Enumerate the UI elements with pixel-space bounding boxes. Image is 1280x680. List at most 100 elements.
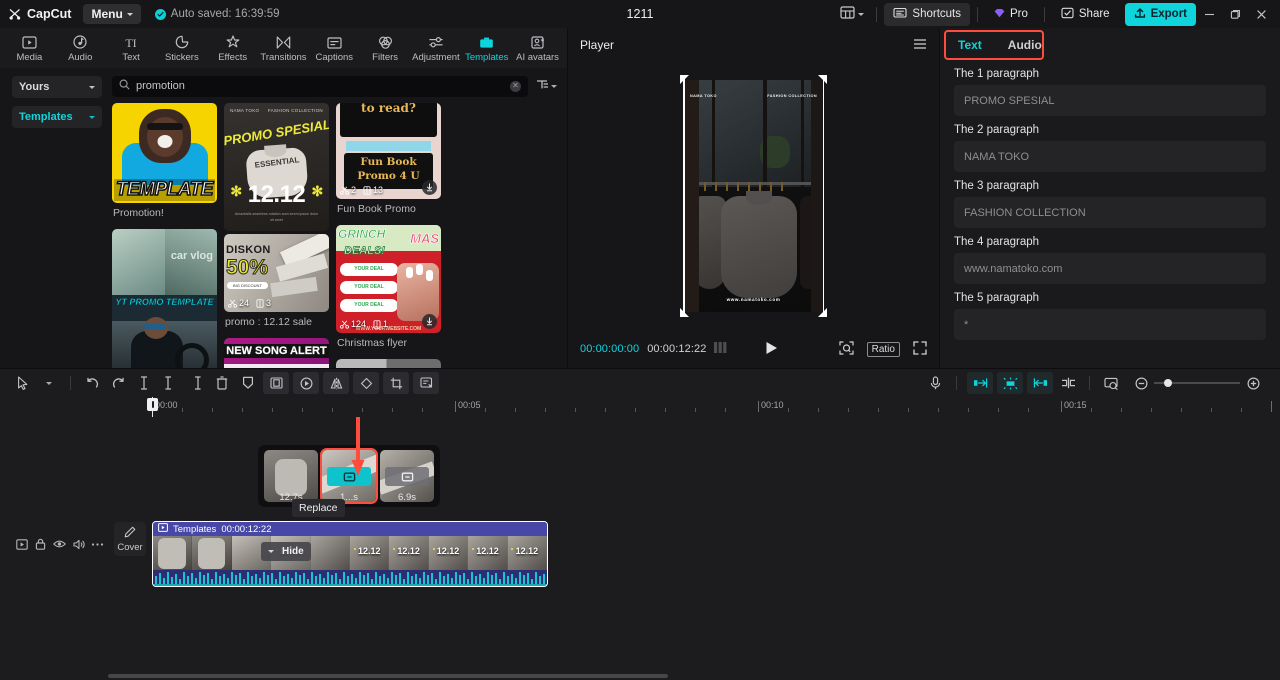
template-card[interactable]: TEMPLATE Promotion!	[112, 103, 217, 226]
template-card[interactable]: car vlog YT PROMO TEMPLATE	[112, 229, 217, 368]
track-mute-icon[interactable]	[69, 533, 88, 555]
paragraph-1-input[interactable]: PROMO SPESIAL	[954, 85, 1266, 116]
preview-panel-button[interactable]	[1098, 372, 1124, 394]
snap-left-button[interactable]	[967, 372, 993, 394]
download-button[interactable]	[422, 180, 437, 195]
template-thumbnail[interactable]	[336, 359, 441, 368]
tool-audio[interactable]: Audio	[55, 28, 106, 68]
track-play-icon[interactable]	[12, 533, 31, 555]
zoom-out-icon[interactable]	[1128, 372, 1154, 394]
paragraph-4-input[interactable]: www.namatoko.com	[954, 253, 1266, 284]
track-lock-icon[interactable]	[31, 533, 50, 555]
record-voiceover-button[interactable]	[922, 372, 948, 394]
split-button[interactable]	[131, 372, 157, 394]
ratio-button[interactable]: Ratio	[866, 341, 900, 357]
mirror-button[interactable]	[323, 372, 349, 394]
tool-adjustment[interactable]: Adjustment	[411, 28, 462, 68]
template-card[interactable]: NEW SONG ALERT PROMO	[224, 338, 329, 368]
zoom-track[interactable]	[1154, 379, 1240, 387]
trim-right-button[interactable]	[183, 372, 209, 394]
paragraph-3-input[interactable]: FASHION COLLECTION	[954, 197, 1266, 228]
tool-effects[interactable]: Effects	[207, 28, 258, 68]
split-marker-button[interactable]	[1055, 372, 1081, 394]
timeline-hscrollbar[interactable]	[108, 674, 1198, 678]
frames-icon[interactable]	[714, 342, 730, 356]
paragraph-5-input[interactable]: *	[954, 309, 1266, 340]
zoom-fit-icon[interactable]	[839, 340, 854, 358]
tool-media[interactable]: Media	[4, 28, 55, 68]
layout-switch-button[interactable]	[835, 3, 869, 25]
tool-transitions[interactable]: Transitions	[258, 28, 309, 68]
tool-text[interactable]: TI Text	[106, 28, 157, 68]
template-card[interactable]: to read? Fun Book Promo 4 U 2 13 Fun Boo…	[336, 103, 441, 222]
clip-thumb-3[interactable]: 6.9s	[380, 450, 434, 502]
pro-button[interactable]: Pro	[985, 3, 1037, 26]
redo-button[interactable]	[105, 372, 131, 394]
maximize-button[interactable]	[1222, 2, 1248, 26]
zoom-knob[interactable]	[1164, 379, 1172, 387]
template-card[interactable]	[336, 359, 441, 368]
timeline-track-templates[interactable]: Templates 00:00:12:22 12.12 12.12 12.12 …	[152, 521, 548, 587]
playhead-handle[interactable]	[147, 398, 158, 411]
template-grid[interactable]: TEMPLATE Promotion! car vlog YT PROMO TE…	[110, 99, 567, 368]
tab-text[interactable]: Text	[958, 38, 982, 52]
auto-snap-button[interactable]	[997, 372, 1023, 394]
close-button[interactable]	[1248, 2, 1274, 26]
tab-audio[interactable]: Audio	[1008, 38, 1042, 52]
menu-button[interactable]: Menu	[83, 4, 141, 24]
export-button[interactable]: Export	[1124, 2, 1196, 26]
clip-thumb-2-selected[interactable]: 1...s	[320, 448, 378, 504]
sort-filter-button[interactable]	[536, 79, 557, 93]
clear-search-icon[interactable]: ✕	[510, 80, 521, 92]
tool-templates[interactable]: Templates	[461, 28, 512, 68]
track-more-icon[interactable]	[88, 533, 107, 555]
freeze-frame-button[interactable]	[263, 372, 289, 394]
template-card[interactable]: NAMA TOKO FASHION COLLECTION PROMO SPESI…	[224, 103, 329, 231]
fullscreen-icon[interactable]	[913, 340, 927, 358]
delete-button[interactable]	[209, 372, 235, 394]
track-visibility-icon[interactable]	[50, 533, 69, 555]
tool-captions[interactable]: Captions	[309, 28, 360, 68]
sidebar-item-templates[interactable]: Templates	[12, 106, 102, 128]
search-input[interactable]: promotion ✕	[112, 75, 528, 97]
replace-clip-button[interactable]	[385, 467, 429, 486]
sidebar-item-yours[interactable]: Yours	[12, 76, 102, 98]
play-button[interactable]	[765, 341, 778, 358]
trim-left-button[interactable]	[157, 372, 183, 394]
minimize-button[interactable]	[1196, 2, 1222, 26]
snap-right-button[interactable]	[1027, 372, 1053, 394]
rotate-button[interactable]	[353, 372, 379, 394]
tool-ai-avatars[interactable]: AI avatars	[512, 28, 563, 68]
undo-button[interactable]	[79, 372, 105, 394]
timeline-zoom-slider[interactable]	[1128, 372, 1266, 394]
cover-button[interactable]: Cover	[114, 522, 146, 556]
video-frame[interactable]: NAMA TOKO FASHION COLLECTION www.namatok…	[680, 75, 827, 317]
shortcuts-button[interactable]: Shortcuts	[884, 2, 970, 26]
crop-button[interactable]	[383, 372, 409, 394]
template-card[interactable]: DISKON 50% BIG DISCOUNT 24 3 promo: 12.…	[224, 234, 329, 335]
clip-thumb-1[interactable]: 12.7s	[264, 450, 318, 502]
remove-background-button[interactable]	[413, 372, 439, 394]
download-button[interactable]	[422, 314, 437, 329]
share-button[interactable]: Share	[1052, 3, 1119, 26]
clip-selector-bar[interactable]: 12.7s 1...s 6.9s	[258, 445, 440, 507]
paragraph-2-input[interactable]: NAMA TOKO	[954, 141, 1266, 172]
select-tool-button[interactable]	[10, 372, 36, 394]
template-thumbnail[interactable]: NAMA TOKO FASHION COLLECTION PROMO SPESI…	[224, 103, 329, 231]
tool-stickers[interactable]: Stickers	[156, 28, 207, 68]
select-tool-dropdown[interactable]	[36, 372, 62, 394]
timeline-body[interactable]: 12.7s 1...s 6.9s Replace Cover Templates…	[0, 417, 1280, 680]
tool-filters[interactable]: Filters	[360, 28, 411, 68]
playhead[interactable]	[147, 397, 158, 417]
hide-button[interactable]: Hide	[261, 542, 311, 561]
mark-button[interactable]	[235, 372, 261, 394]
player-menu-button[interactable]	[913, 38, 927, 53]
template-card[interactable]: GRINCH MAS DEALS! YOUR DEAL YOUR DEAL YO…	[336, 225, 441, 356]
template-thumbnail[interactable]: GRINCH MAS DEALS! YOUR DEAL YOUR DEAL YO…	[336, 225, 441, 333]
template-thumbnail[interactable]: car vlog YT PROMO TEMPLATE	[112, 229, 217, 368]
zoom-in-icon[interactable]	[1240, 372, 1266, 394]
template-thumbnail[interactable]: TEMPLATE	[112, 103, 217, 203]
scrollbar-thumb[interactable]	[108, 674, 668, 678]
template-thumbnail[interactable]: NEW SONG ALERT PROMO	[224, 338, 329, 368]
template-thumbnail[interactable]: to read? Fun Book Promo 4 U 2 13	[336, 103, 441, 199]
